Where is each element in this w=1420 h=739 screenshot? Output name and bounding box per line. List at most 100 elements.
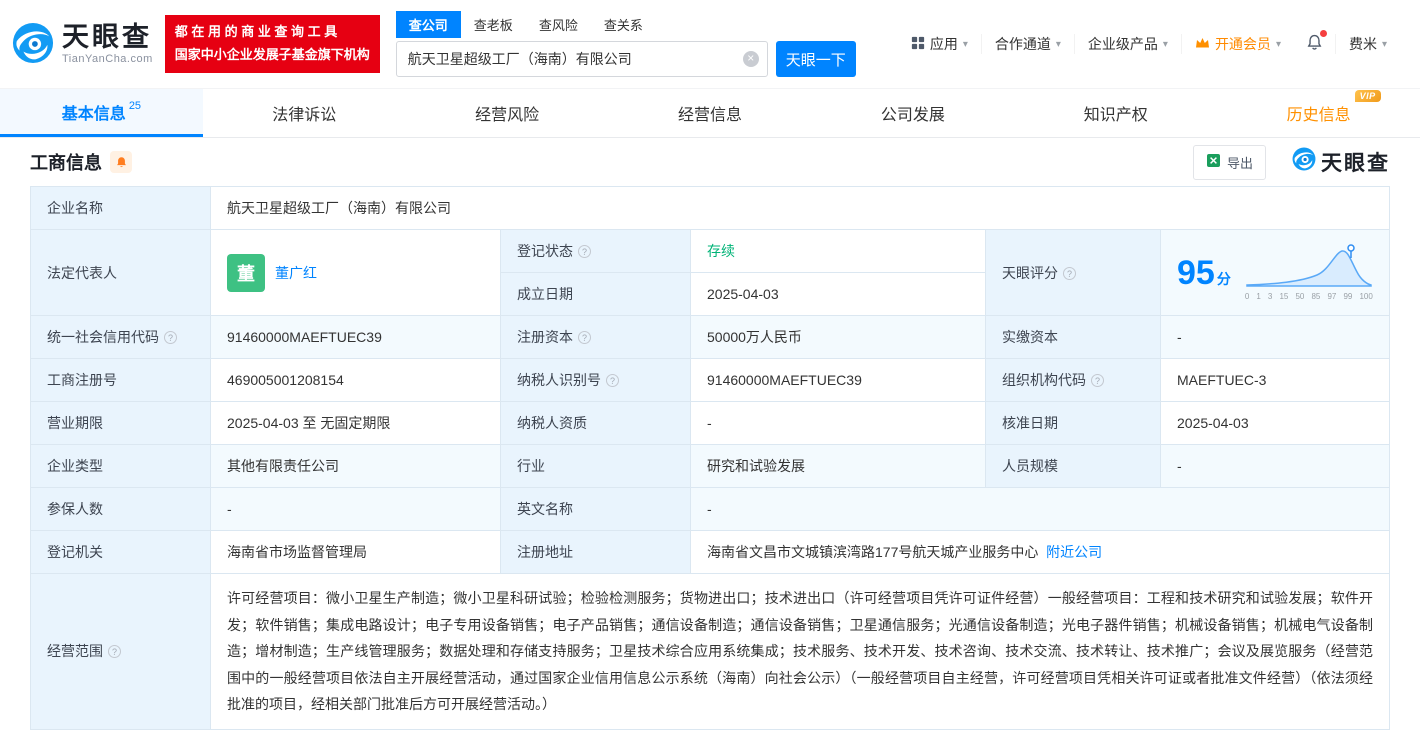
watermark-logo: 天眼查 xyxy=(1292,147,1390,177)
taxpayer-id-value: 91460000MAEFTUEC39 xyxy=(690,358,986,402)
business-term-label: 营业期限 xyxy=(30,401,211,445)
english-name-value: - xyxy=(690,487,1390,531)
taxpayer-quality-label: 纳税人资质 xyxy=(500,401,691,445)
reg-capital-value: 50000万人民币 xyxy=(690,315,986,359)
paid-capital-label: 实缴资本 xyxy=(985,315,1161,359)
slogan-banner: 都 在 用 的 商 业 查 询 工 具 国家中小企业发展子基金旗下机构 xyxy=(164,15,380,73)
tab-legal[interactable]: 法律诉讼 xyxy=(203,89,406,137)
header-nav: 应用 ▾ 合作通道 ▾ 企业级产品 ▾ 开通会员 ▾ 费米 ▾ xyxy=(898,30,1400,54)
nav-partner[interactable]: 合作通道 ▾ xyxy=(980,34,1074,54)
slogan-line1: 都 在 用 的 商 业 查 询 工 具 xyxy=(174,24,338,40)
section-title: 工商信息 xyxy=(30,153,102,173)
legal-rep-link[interactable]: 董广红 xyxy=(275,263,317,283)
reg-authority-value: 海南省市场监督管理局 xyxy=(210,530,501,574)
status-badge: 存续 xyxy=(707,243,735,259)
help-icon[interactable]: ? xyxy=(578,331,591,344)
page: 天眼查 TianYanCha.com 都 在 用 的 商 业 查 询 工 具 国… xyxy=(0,0,1420,739)
search-tab-risk[interactable]: 查风险 xyxy=(526,11,591,38)
crown-icon xyxy=(1195,36,1210,52)
reg-status-label: 登记状态? xyxy=(500,229,691,273)
nearby-companies-link[interactable]: 附近公司 xyxy=(1046,544,1102,560)
help-icon[interactable]: ? xyxy=(1091,374,1104,387)
score-value: 95 分 xyxy=(1177,253,1231,292)
address-label: 注册地址 xyxy=(500,530,691,574)
chevron-down-icon: ▾ xyxy=(1162,38,1168,50)
brand-domain: TianYanCha.com xyxy=(62,52,153,65)
score-axis: 0 1 3 15 50 85 97 99 100 xyxy=(1244,292,1373,301)
staff-size-value: - xyxy=(1160,444,1390,488)
business-scope-label: 经营范围? xyxy=(30,573,211,730)
tab-history-info[interactable]: 历史信息 VIP xyxy=(1217,89,1420,137)
logo[interactable]: 天眼查 TianYanCha.com xyxy=(12,22,153,67)
search-tab-company[interactable]: 查公司 xyxy=(395,11,461,38)
help-icon[interactable]: ? xyxy=(164,331,177,344)
address-value: 海南省文昌市文城镇滨湾路177号航天城产业服务中心 附近公司 xyxy=(690,530,1390,574)
business-info-table: 企业名称 航天卫星超级工厂（海南）有限公司 法定代表人 董 董广红 登记状态? … xyxy=(30,186,1390,730)
chevron-down-icon: ▾ xyxy=(1055,38,1061,50)
section-header: 工商信息 导出 天眼查 xyxy=(0,138,1420,186)
excel-icon xyxy=(1206,153,1221,171)
reg-status-value: 存续 xyxy=(690,229,986,273)
paid-capital-value: - xyxy=(1160,315,1390,359)
row-insured: 参保人数 - 英文名称 - xyxy=(30,487,1390,531)
brand-name: 天眼查 xyxy=(62,22,152,53)
alert-bell-icon[interactable] xyxy=(110,151,132,173)
vip-badge: VIP xyxy=(1354,90,1381,102)
reg-number-label: 工商注册号 xyxy=(30,358,211,402)
notification-bell-icon[interactable] xyxy=(1294,30,1335,54)
company-name-label: 企业名称 xyxy=(30,186,211,230)
tianyancha-logo-icon xyxy=(1292,147,1316,177)
slogan-line2: 国家中小企业发展子基金旗下机构 xyxy=(174,47,370,62)
tab-operating-info[interactable]: 经营信息 xyxy=(609,89,812,137)
reg-authority-label: 登记机关 xyxy=(30,530,211,574)
reg-capital-label: 注册资本? xyxy=(500,315,691,359)
clear-icon[interactable]: × xyxy=(742,51,759,67)
org-code-value: MAEFTUEC-3 xyxy=(1160,358,1390,402)
row-legal-rep: 法定代表人 董 董广红 登记状态? 存续 天眼评分? 95 分 0 1 3 15… xyxy=(30,229,1390,316)
row-company-type: 企业类型 其他有限责任公司 行业 研究和试验发展 人员规模 - xyxy=(30,444,1390,488)
search-area: 查公司 查老板 查风险 查关系 × 天眼一下 xyxy=(395,11,856,77)
credit-code-value: 91460000MAEFTUEC39 xyxy=(210,315,501,359)
nav-vip[interactable]: 开通会员 ▾ xyxy=(1180,34,1294,54)
score-cell: 95 分 0 1 3 15 50 85 97 99 100 xyxy=(1160,229,1390,316)
industry-label: 行业 xyxy=(500,444,691,488)
nav-apps[interactable]: 应用 ▾ xyxy=(898,34,981,54)
english-name-label: 英文名称 xyxy=(500,487,691,531)
org-code-label: 组织机构代码? xyxy=(985,358,1161,402)
established-value: 2025-04-03 xyxy=(690,272,986,316)
company-type-label: 企业类型 xyxy=(30,444,211,488)
help-icon[interactable]: ? xyxy=(108,645,121,659)
export-button[interactable]: 导出 xyxy=(1192,144,1266,180)
search-input[interactable] xyxy=(395,41,768,77)
tianyancha-logo-icon xyxy=(12,22,54,67)
row-business-term: 营业期限 2025-04-03 至 无固定期限 纳税人资质 - 核准日期 202… xyxy=(30,401,1390,445)
nav-enterprise[interactable]: 企业级产品 ▾ xyxy=(1073,34,1181,54)
insured-label: 参保人数 xyxy=(30,487,211,531)
taxpayer-id-label: 纳税人识别号? xyxy=(500,358,691,402)
taxpayer-quality-value: - xyxy=(690,401,986,445)
search-button[interactable]: 天眼一下 xyxy=(775,41,856,77)
credit-code-label: 统一社会信用代码? xyxy=(30,315,211,359)
tab-operating-risk[interactable]: 经营风险 xyxy=(406,89,609,137)
chevron-down-icon: ▾ xyxy=(1275,38,1281,50)
approval-date-value: 2025-04-03 xyxy=(1160,401,1390,445)
business-term-value: 2025-04-03 至 无固定期限 xyxy=(210,401,501,445)
search-tab-boss[interactable]: 查老板 xyxy=(461,11,526,38)
chevron-down-icon: ▾ xyxy=(962,38,968,50)
help-icon[interactable]: ? xyxy=(606,374,619,387)
business-scope-value: 许可经营项目：微小卫星生产制造；微小卫星科研试验；检验检测服务；货物进出口；技术… xyxy=(210,573,1390,730)
notification-dot xyxy=(1319,30,1327,37)
nav-user[interactable]: 费米 ▾ xyxy=(1334,34,1400,54)
search-tab-relation[interactable]: 查关系 xyxy=(591,11,656,38)
help-icon[interactable]: ? xyxy=(1063,266,1076,280)
legal-rep-cell: 董 董广红 xyxy=(210,229,501,316)
tab-basic-info[interactable]: 基本信息 25 xyxy=(0,89,203,137)
tab-count-badge: 25 xyxy=(128,100,142,112)
help-icon[interactable]: ? xyxy=(578,245,591,258)
tab-intellectual-property[interactable]: 知识产权 xyxy=(1014,89,1217,137)
company-name-value: 航天卫星超级工厂（海南）有限公司 xyxy=(210,186,1390,230)
row-credit-code: 统一社会信用代码? 91460000MAEFTUEC39 注册资本? 50000… xyxy=(30,315,1390,359)
legal-rep-avatar[interactable]: 董 xyxy=(227,253,265,292)
header: 天眼查 TianYanCha.com 都 在 用 的 商 业 查 询 工 具 国… xyxy=(0,0,1420,88)
tab-company-development[interactable]: 公司发展 xyxy=(811,89,1014,137)
